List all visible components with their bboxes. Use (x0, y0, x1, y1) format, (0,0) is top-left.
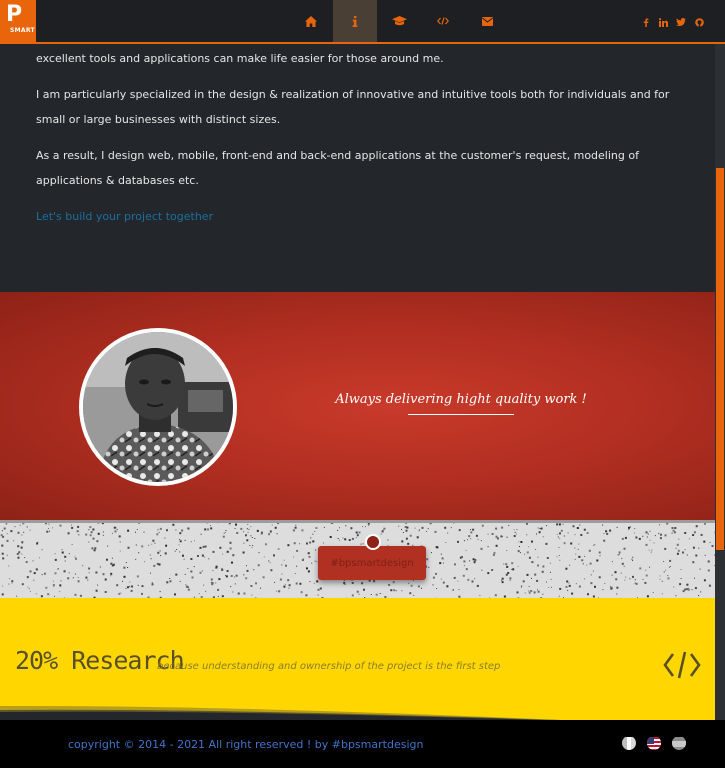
research-section: 20% Research because understanding and o… (0, 598, 715, 720)
nav-projects[interactable] (421, 0, 465, 42)
facebook-icon (643, 18, 649, 27)
spain-flag-icon[interactable] (672, 736, 686, 750)
linkedin-icon (658, 17, 668, 27)
twitter-icon (676, 18, 686, 26)
strip-top-border (0, 520, 715, 523)
github-link[interactable] (692, 14, 706, 30)
nav-contact[interactable] (465, 0, 509, 42)
tagline-underline (408, 414, 514, 415)
copyright-text: copyright © 2014 - 2021 All right reserv… (68, 738, 424, 751)
brand-logo[interactable]: P SMART (0, 0, 36, 44)
code-icon (437, 17, 449, 25)
linkedin-link[interactable] (656, 14, 670, 30)
page-scrollbar-thumb[interactable] (716, 168, 724, 550)
graduation-cap-icon (391, 16, 407, 26)
usa-flag-icon[interactable] (647, 736, 661, 750)
twitter-link[interactable] (674, 14, 688, 30)
envelope-icon (481, 16, 493, 26)
nav-home[interactable] (289, 0, 333, 42)
about-paragraph-3: As a result, I design web, mobile, front… (36, 149, 639, 187)
nav-education[interactable] (377, 0, 421, 42)
banner-tagline: Always delivering hight quality work ! (335, 392, 587, 407)
about-paragraph-1: excellent tools and applications can mak… (36, 52, 444, 65)
logo-mark: P (6, 2, 23, 27)
quality-banner: Always delivering hight quality work ! (0, 292, 715, 520)
research-subtitle: because understanding and ownership of t… (157, 661, 501, 672)
home-icon (305, 15, 317, 27)
logo-text: SMART (10, 27, 35, 34)
about-paragraph-2: I am particularly specialized in the des… (36, 88, 670, 126)
facebook-link[interactable] (639, 14, 653, 30)
about-section: excellent tools and applications can mak… (36, 46, 696, 229)
github-icon (694, 17, 704, 27)
italy-flag-icon[interactable] (622, 736, 636, 750)
code-icon (663, 651, 701, 679)
section-wave-divider (0, 705, 560, 720)
hashtag-pin-dot (365, 534, 381, 550)
build-project-link[interactable]: Let's build your project together (36, 204, 696, 229)
profile-photo (79, 328, 237, 486)
info-icon (352, 15, 358, 27)
nav-about[interactable] (333, 0, 377, 42)
page-footer: copyright © 2014 - 2021 All right reserv… (0, 720, 725, 768)
top-navbar: P SMART (0, 0, 725, 44)
hashtag-button[interactable]: #bpsmartdesign (318, 546, 426, 580)
profile-photo-image (83, 332, 233, 482)
